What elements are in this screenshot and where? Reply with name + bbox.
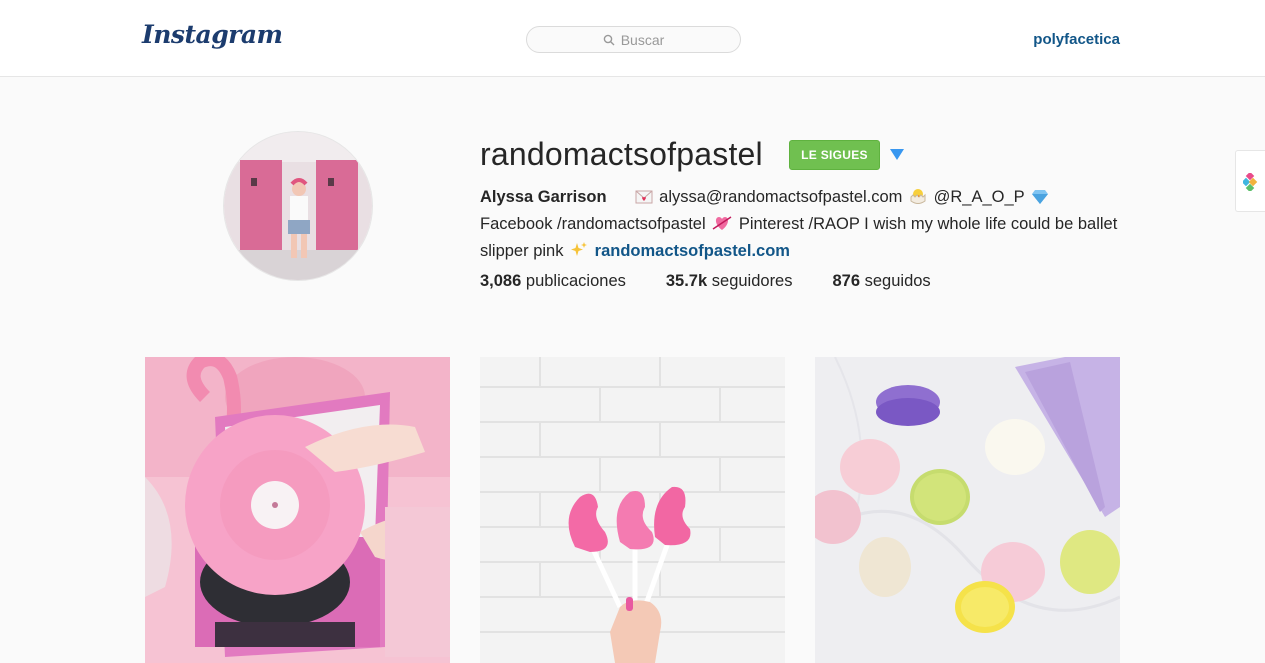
bio-email: alyssa@randomactsofpastel.com	[659, 188, 903, 206]
post-image-macarons	[815, 357, 1120, 663]
bio-facebook: Facebook /randomactsofpastel	[480, 215, 706, 233]
chevron-down-icon[interactable]	[890, 149, 904, 160]
post-image-record-player	[145, 357, 450, 663]
instagram-logo[interactable]: Instagram	[142, 20, 283, 49]
gem-icon	[1031, 188, 1049, 212]
posts-count: 3,086	[480, 272, 522, 290]
top-navigation-bar: Instagram Buscar polyfacetica	[0, 0, 1265, 77]
profile-full-name: Alyssa Garrison	[480, 188, 607, 206]
post-thumbnail-3[interactable]	[815, 357, 1120, 663]
followers-label: seguidores	[711, 272, 793, 290]
post-thumbnail-1[interactable]	[145, 357, 450, 663]
followers-count: 35.7k	[665, 272, 708, 290]
following-count: 876	[832, 272, 861, 290]
profile-stats: 3,086 publicaciones 35.7k seguidores 876…	[480, 272, 971, 291]
posts-label: publicaciones	[525, 272, 626, 290]
following-button[interactable]: LE SIGUES	[789, 140, 880, 170]
post-thumbnail-2[interactable]	[480, 357, 785, 663]
extension-icon	[1243, 173, 1258, 191]
profile-bio: Alyssa Garrison alyssa@randomactsofpaste…	[480, 185, 1125, 266]
love-letter-icon	[635, 188, 653, 212]
search-icon	[603, 34, 615, 45]
browser-extension-widget[interactable]	[1235, 150, 1265, 212]
search-placeholder: Buscar	[620, 31, 665, 48]
avatar-photo	[224, 132, 372, 280]
profile-website-link[interactable]: randomactsofpastel.com	[595, 242, 790, 260]
following-stat[interactable]: 876 seguidos	[833, 272, 931, 291]
current-user-link[interactable]: polyfacetica	[1033, 31, 1120, 48]
sparkles-icon	[570, 241, 588, 266]
post-image-flamingo-lollipops	[480, 357, 785, 663]
hatching-chick-icon	[909, 187, 927, 212]
following-label: seguidos	[864, 272, 931, 290]
followers-stat[interactable]: 35.7k seguidores	[666, 272, 793, 291]
bio-handle: @R_A_O_P	[933, 188, 1025, 206]
search-input[interactable]: Buscar	[526, 26, 741, 53]
posts-stat: 3,086 publicaciones	[480, 272, 626, 291]
profile-avatar[interactable]	[223, 131, 373, 281]
heart-arrow-icon	[712, 214, 732, 239]
profile-username: randomactsofpastel	[480, 136, 763, 172]
